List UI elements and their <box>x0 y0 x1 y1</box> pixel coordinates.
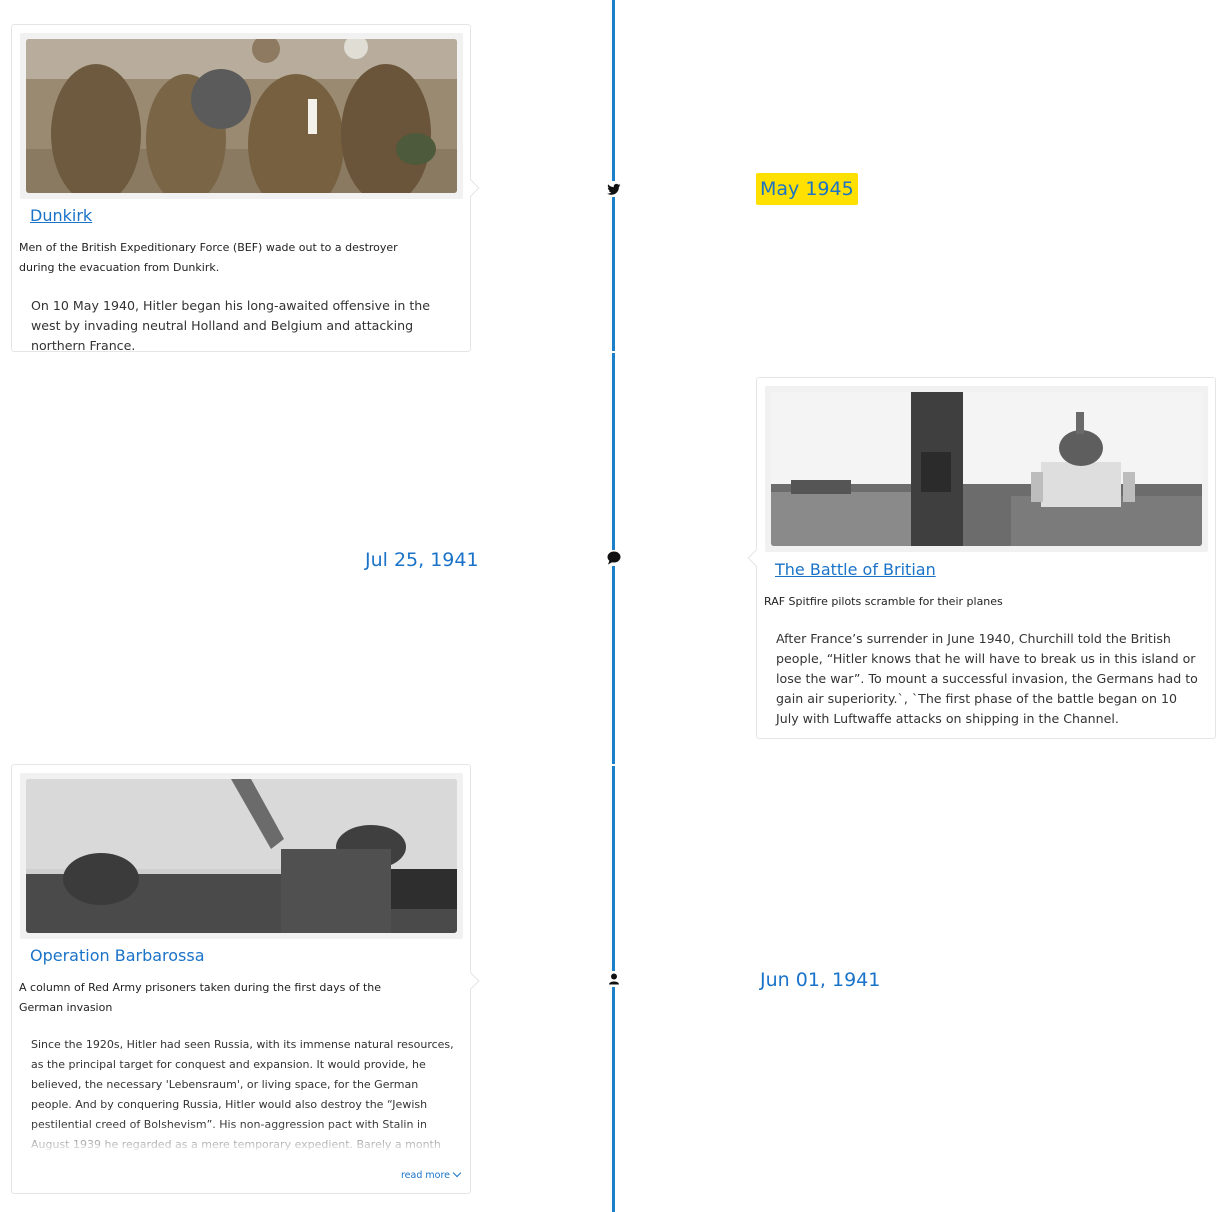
timeline-card-battle-of-britain: The Battle of Britian RAF Spitfire pilot… <box>747 377 1216 739</box>
event-date: Jul 25, 1941 <box>365 549 479 571</box>
chevron-down-icon <box>452 1168 462 1178</box>
dunkirk-photo <box>26 39 457 193</box>
timeline-gap <box>612 351 615 353</box>
read-more-link[interactable]: read more <box>400 1168 462 1181</box>
event-date-highlighted: May 1945 <box>756 173 858 205</box>
speech-bubble-icon <box>606 550 622 566</box>
user-icon <box>606 971 622 987</box>
twitter-icon <box>606 181 622 197</box>
event-title[interactable]: Operation Barbarossa <box>30 946 205 965</box>
card-pointer <box>747 549 765 567</box>
photo-frame <box>765 386 1208 552</box>
timeline-card-dunkirk: Dunkirk Men of the British Expeditionary… <box>11 24 480 353</box>
read-more-label: read more <box>400 1170 450 1181</box>
timeline-card-operation-barbarossa: Operation Barbarossa A column of Red Arm… <box>11 764 480 1194</box>
event-caption: A column of Red Army prisoners taken dur… <box>19 981 381 1014</box>
timeline-gap <box>612 764 615 766</box>
event-body: On 10 May 1940, Hitler began his long-aw… <box>31 298 431 353</box>
event-date: Jun 01, 1941 <box>760 969 881 991</box>
photo-frame <box>20 773 463 939</box>
text-fade <box>12 1123 452 1153</box>
card-pointer <box>462 972 480 990</box>
photo-frame <box>20 33 463 199</box>
event-caption: RAF Spitfire pilots scramble for their p… <box>764 595 1003 608</box>
operation-barbarossa-photo <box>26 779 457 933</box>
event-body: After France’s surrender in June 1940, C… <box>776 631 1198 726</box>
event-title-link[interactable]: The Battle of Britian <box>775 560 936 579</box>
event-caption: Men of the British Expeditionary Force (… <box>19 241 398 274</box>
battle-of-britain-photo <box>771 392 1202 546</box>
card-pointer <box>462 179 480 197</box>
event-title-link[interactable]: Dunkirk <box>30 206 92 225</box>
